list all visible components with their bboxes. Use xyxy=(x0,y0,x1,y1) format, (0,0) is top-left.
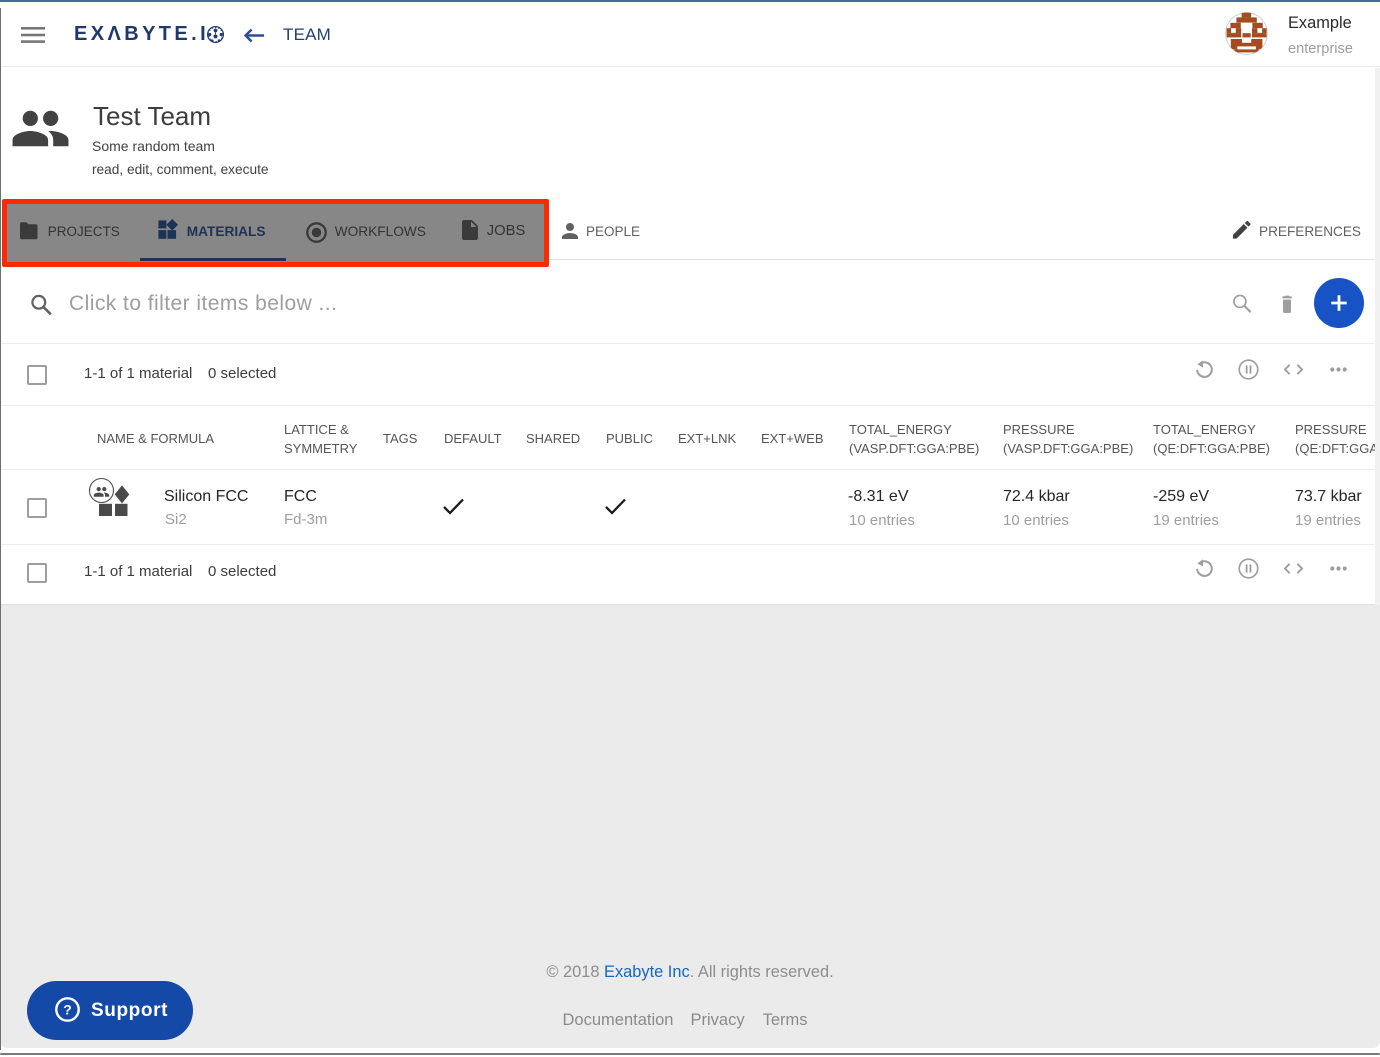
svg-text:?: ? xyxy=(63,1001,72,1017)
